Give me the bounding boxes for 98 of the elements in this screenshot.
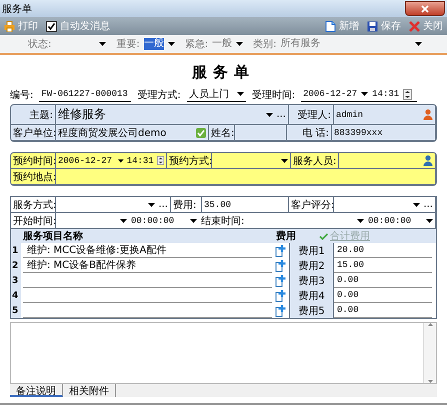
- filter-label: 紧急:: [184, 38, 208, 51]
- field-label: 服务方式:: [11, 197, 56, 213]
- filter-label: 重要:: [116, 38, 140, 51]
- filter-dropdown[interactable]: 所有服务: [280, 38, 422, 50]
- dropdown-arrow-icon: [236, 92, 244, 96]
- document-icon: [325, 20, 336, 32]
- close-icon: [421, 4, 429, 12]
- handler-field[interactable]: admin: [336, 110, 364, 120]
- window-title: 服务单: [1, 2, 32, 16]
- field-label: 受理方式:: [137, 88, 181, 102]
- more-button[interactable]: ...: [276, 109, 286, 120]
- field-label: 受理时间:: [252, 88, 296, 102]
- fee-label: 费用1: [289, 243, 334, 258]
- edit-document-icon: [275, 260, 286, 272]
- fee-field[interactable]: 0.00: [334, 303, 432, 318]
- dropdown-arrow-icon: [413, 202, 420, 206]
- edit-document-icon: [275, 274, 286, 286]
- more-button[interactable]: ...: [158, 199, 168, 210]
- item-name-field[interactable]: 维护: MC设备B配件保养: [23, 258, 272, 273]
- dropdown-arrow-icon: [99, 42, 106, 46]
- fee-field[interactable]: 0.00: [334, 273, 432, 288]
- field-label: 姓名:: [209, 125, 235, 141]
- time-field[interactable]: 14:31: [372, 89, 400, 99]
- fee-label: 费用5: [289, 303, 334, 318]
- scroll-up-icon: [428, 323, 432, 326]
- dropdown-arrow-icon: [426, 218, 433, 222]
- field-label: 服务人员:: [291, 153, 339, 169]
- edit-document-icon: [275, 290, 286, 302]
- dropdown-arrow-icon: [118, 158, 124, 162]
- field-label: 受理人:: [289, 105, 334, 125]
- fee-field[interactable]: 0.00: [334, 288, 432, 303]
- field-label: 预约地点:: [11, 169, 56, 185]
- edit-document-icon: [275, 244, 286, 256]
- field-label: 主题:: [11, 105, 56, 125]
- person-icon: [423, 155, 433, 166]
- method-dropdown[interactable]: [212, 153, 291, 169]
- filter-label: 类别:: [253, 38, 276, 51]
- dropdown-arrow-icon: [414, 42, 422, 46]
- tab[interactable]: 备注说明: [10, 384, 63, 397]
- field-label: 预约时间:: [11, 153, 56, 169]
- check-icon: [48, 22, 55, 30]
- time-field[interactable]: 14:31: [126, 156, 154, 166]
- field-label: 客户评分:: [289, 197, 334, 213]
- dropdown-arrow-icon: [190, 218, 197, 222]
- column-header: 服务项目名称: [22, 230, 84, 243]
- dropdown-arrow-icon: [266, 112, 274, 116]
- notes-field[interactable]: [10, 322, 437, 384]
- row-number: 4: [11, 288, 21, 303]
- fee-field[interactable]: 20.00: [334, 243, 432, 258]
- row-number: 2: [11, 258, 21, 273]
- method-dropdown[interactable]: 人员上门: [186, 87, 246, 102]
- check-icon: [196, 128, 206, 138]
- spinner-icon: [156, 155, 164, 166]
- close-button[interactable]: [405, 1, 445, 16]
- check-icon: [319, 232, 328, 240]
- field-label: 预约方式:: [167, 153, 212, 169]
- date-field[interactable]: 2006-12-27: [303, 89, 358, 99]
- time-field[interactable]: 00:00:00: [131, 216, 174, 226]
- dropdown-arrow-icon: [281, 158, 288, 162]
- item-name-field[interactable]: 维护: MCC设备维修:更换A配件: [23, 243, 272, 258]
- form-heading: 服务单: [190, 63, 256, 82]
- printer-icon: [4, 20, 15, 32]
- fee-field[interactable]: 35.00: [204, 200, 232, 210]
- column-header: 费用: [275, 230, 297, 243]
- row-number: 5: [11, 303, 21, 318]
- place-field[interactable]: [56, 169, 436, 185]
- filter-label: 状态:: [28, 38, 52, 51]
- date-field[interactable]: 2006-12-27: [58, 156, 112, 166]
- tab[interactable]: 相关附件: [63, 384, 116, 397]
- dropdown-arrow-icon: [357, 218, 364, 222]
- fee-label: 费用3: [289, 273, 334, 288]
- field-label: 电 话:: [287, 125, 332, 141]
- number-field[interactable]: FW-061227-000013: [39, 87, 132, 102]
- phone-field[interactable]: 883399xxx: [334, 128, 383, 138]
- dropdown-arrow-icon: [168, 42, 175, 46]
- time-field[interactable]: 00:00:00: [368, 216, 412, 226]
- fee-field[interactable]: 15.00: [334, 258, 432, 273]
- row-number: 3: [11, 273, 21, 288]
- field-label: 编号:: [10, 88, 34, 102]
- company-field[interactable]: 程度商贸发展公司demo: [58, 126, 166, 140]
- name-field[interactable]: [235, 125, 287, 141]
- dropdown-arrow-icon: [148, 202, 156, 206]
- filter-dropdown[interactable]: 一般: [212, 38, 244, 50]
- dropdown-value: 人员上门: [188, 88, 229, 101]
- edit-document-icon: [275, 304, 286, 316]
- field-label: 费用:: [171, 197, 202, 213]
- close-icon: [409, 20, 420, 32]
- dropdown-arrow-icon: [120, 218, 127, 222]
- dropdown-arrow-icon: [236, 42, 244, 46]
- fee-label: 费用4: [289, 288, 334, 303]
- spinner-icon: [403, 88, 412, 100]
- fee-label: 费用2: [289, 258, 334, 273]
- row-number: 1: [11, 243, 21, 258]
- dropdown-arrow-icon: [361, 92, 368, 96]
- person-icon: [423, 109, 433, 120]
- more-button[interactable]: ...: [423, 199, 433, 210]
- field-label: 客户单位:: [11, 125, 56, 141]
- subject-field[interactable]: 维修服务: [58, 106, 106, 123]
